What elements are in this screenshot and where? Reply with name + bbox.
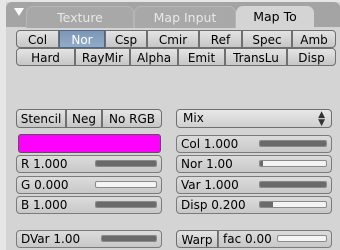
stencil-toggle[interactable]: Stencil xyxy=(16,109,66,128)
g-slider[interactable]: G 0.000 xyxy=(16,176,162,194)
warp-fac-label: fac 0.00 xyxy=(223,232,272,246)
channel-hard-button[interactable]: Hard xyxy=(16,48,75,66)
channel-translu-button[interactable]: TransLu xyxy=(225,48,287,66)
warp-toggle[interactable]: Warp xyxy=(176,230,218,248)
color-swatch[interactable] xyxy=(18,134,161,153)
channel-amb-button[interactable]: Amb xyxy=(292,30,336,48)
disp-factor-slider[interactable]: Disp 0.200 xyxy=(176,196,332,214)
r-slider-label: R 1.000 xyxy=(21,157,68,171)
r-slider[interactable]: R 1.000 xyxy=(16,155,162,173)
channel-cmir-button[interactable]: Cmir xyxy=(147,30,199,48)
col-factor-label: Col 1.000 xyxy=(181,137,239,151)
blend-mode-value: Mix xyxy=(183,111,204,125)
neg-toggle[interactable]: Neg xyxy=(66,109,102,128)
channel-alpha-button[interactable]: Alpha xyxy=(130,48,178,66)
g-slider-label: G 0.000 xyxy=(21,178,69,192)
channel-ref-button[interactable]: Ref xyxy=(199,30,242,48)
dvar-slider[interactable]: DVar 1.00 xyxy=(16,230,162,248)
disp-factor-label: Disp 0.200 xyxy=(181,198,246,212)
channel-col-button[interactable]: Col xyxy=(16,30,59,48)
up-down-arrows-icon: ▲ ▼ xyxy=(318,110,325,128)
map-to-panel: Texture Map Input Map To Col Nor Csp Cmi… xyxy=(6,2,340,250)
tab-map-input[interactable]: Map Input xyxy=(134,6,236,28)
warp-fac-slider[interactable]: fac 0.00 xyxy=(218,230,332,248)
b-slider[interactable]: B 1.000 xyxy=(16,196,162,214)
no-rgb-toggle[interactable]: No RGB xyxy=(102,109,162,128)
channel-nor-button[interactable]: Nor xyxy=(59,30,105,48)
panel-header: Texture Map Input Map To xyxy=(6,2,340,28)
blend-mode-select[interactable]: Mix ▲ ▼ xyxy=(176,109,332,128)
tab-texture[interactable]: Texture xyxy=(26,6,134,28)
channel-raymir-button[interactable]: RayMir xyxy=(75,48,130,66)
nor-factor-label: Nor 1.00 xyxy=(181,157,233,171)
collapse-triangle-icon[interactable] xyxy=(14,8,24,16)
var-factor-label: Var 1.000 xyxy=(181,178,239,192)
dvar-label: DVar 1.00 xyxy=(21,232,81,246)
b-slider-label: B 1.000 xyxy=(21,198,68,212)
tab-map-to[interactable]: Map To xyxy=(236,6,314,27)
nor-factor-slider[interactable]: Nor 1.00 xyxy=(176,155,332,173)
var-factor-slider[interactable]: Var 1.000 xyxy=(176,176,332,194)
channel-spec-button[interactable]: Spec xyxy=(242,30,292,48)
col-factor-slider[interactable]: Col 1.000 xyxy=(176,135,332,153)
channel-emit-button[interactable]: Emit xyxy=(178,48,225,66)
channel-csp-button[interactable]: Csp xyxy=(105,30,147,48)
channel-disp-button[interactable]: Disp xyxy=(287,48,336,66)
